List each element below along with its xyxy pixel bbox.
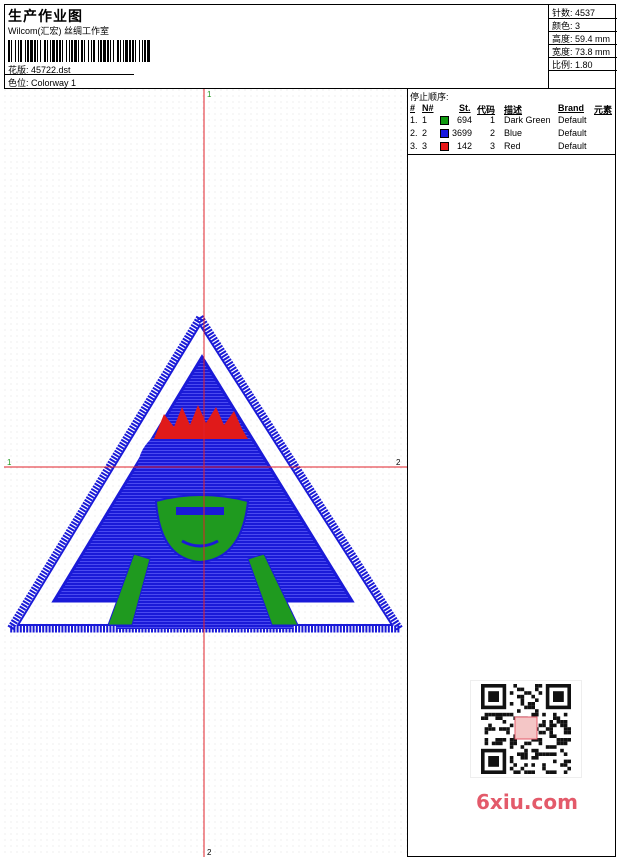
studio-name: Wilcom(汇宏) 丝绸工作室 [8, 26, 109, 36]
col-header-needle: N# [422, 103, 434, 113]
embroidery-preview: 1 2 1 2 [4, 89, 407, 857]
col-header-brand: Brand [558, 103, 585, 113]
design-canvas[interactable]: 1 2 1 2 [4, 89, 408, 857]
design-file: 花版: 45722.dst [8, 65, 71, 75]
table-row[interactable]: 2. 2 3699 2 Blue Default [408, 128, 616, 141]
stop-sequence-table: 停止顺序: # N# St. 代码 描述 Brand 元素 1. 1 694 1… [408, 89, 616, 155]
watermark: 6xiu.com [476, 790, 578, 814]
color-swatch [440, 142, 449, 151]
axis-label-left: 1 [7, 458, 12, 467]
axis-label-bottom: 2 [207, 848, 212, 857]
qr-code [470, 680, 582, 778]
header: 生产作业图 Wilcom(汇宏) 丝绸工作室 花版: 45722.dst 色位:… [4, 4, 617, 89]
col-header-index: # [410, 103, 416, 113]
barcode [8, 40, 150, 62]
stats-box: 针数: 4537 颜色: 3 高度: 59.4 mm 宽度: 73.8 mm 比… [548, 4, 617, 89]
table-row[interactable]: 1. 1 694 1 Dark Green Default [408, 115, 616, 128]
color-swatch [440, 116, 449, 125]
stats-divider [549, 70, 617, 71]
page-title: 生产作业图 [8, 8, 83, 24]
colorway: 色位: Colorway 1 [8, 78, 77, 88]
table-row[interactable]: 3. 3 142 3 Red Default [408, 141, 616, 154]
figure-eyes [176, 507, 224, 515]
col-header-stitches: St. [459, 103, 471, 113]
axis-label-top: 1 [207, 90, 212, 99]
color-swatch [440, 129, 449, 138]
axis-label-right: 2 [396, 458, 401, 467]
stop-sequence-label: 停止顺序: [410, 92, 449, 102]
